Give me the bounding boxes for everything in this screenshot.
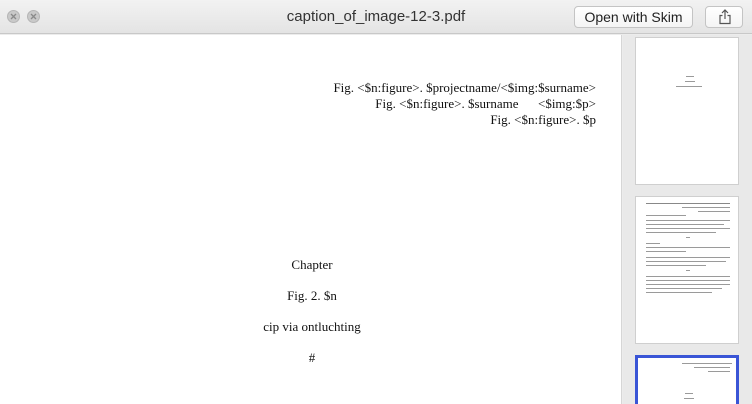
page-thumbnail-2[interactable] [635, 196, 739, 344]
figure-line: Fig. 2. $n [287, 288, 337, 303]
page-thumbnail-3-selected[interactable] [635, 355, 739, 404]
title-bar: caption_of_image-12-3.pdf Open with Skim [0, 0, 752, 34]
hash-line: # [308, 350, 316, 365]
open-with-skim-button[interactable]: Open with Skim [574, 6, 693, 28]
share-icon [719, 9, 731, 25]
document-page: Fig. <$n:figure>. $projectname/<$img:$su… [0, 35, 622, 404]
window-title: caption_of_image-12-3.pdf [286, 8, 466, 25]
minimize-icon[interactable] [27, 10, 40, 23]
page-thumbnail-1[interactable] [635, 37, 739, 185]
close-icon[interactable] [7, 10, 20, 23]
cip-line: cip via ontluchting [263, 319, 361, 334]
share-button[interactable] [705, 6, 743, 28]
caption-line-1: Fig. <$n:figure>. $projectname/<$img:$su… [333, 80, 596, 95]
chapter-heading: Chapter [291, 257, 333, 272]
preview-window: caption_of_image-12-3.pdf Open with Skim… [0, 0, 752, 404]
thumbnail-sidebar [623, 35, 752, 404]
caption-line-3: Fig. <$n:figure>. $p [490, 112, 596, 127]
caption-line-2: Fig. <$n:figure>. $surname <$img:$p> [375, 96, 596, 111]
